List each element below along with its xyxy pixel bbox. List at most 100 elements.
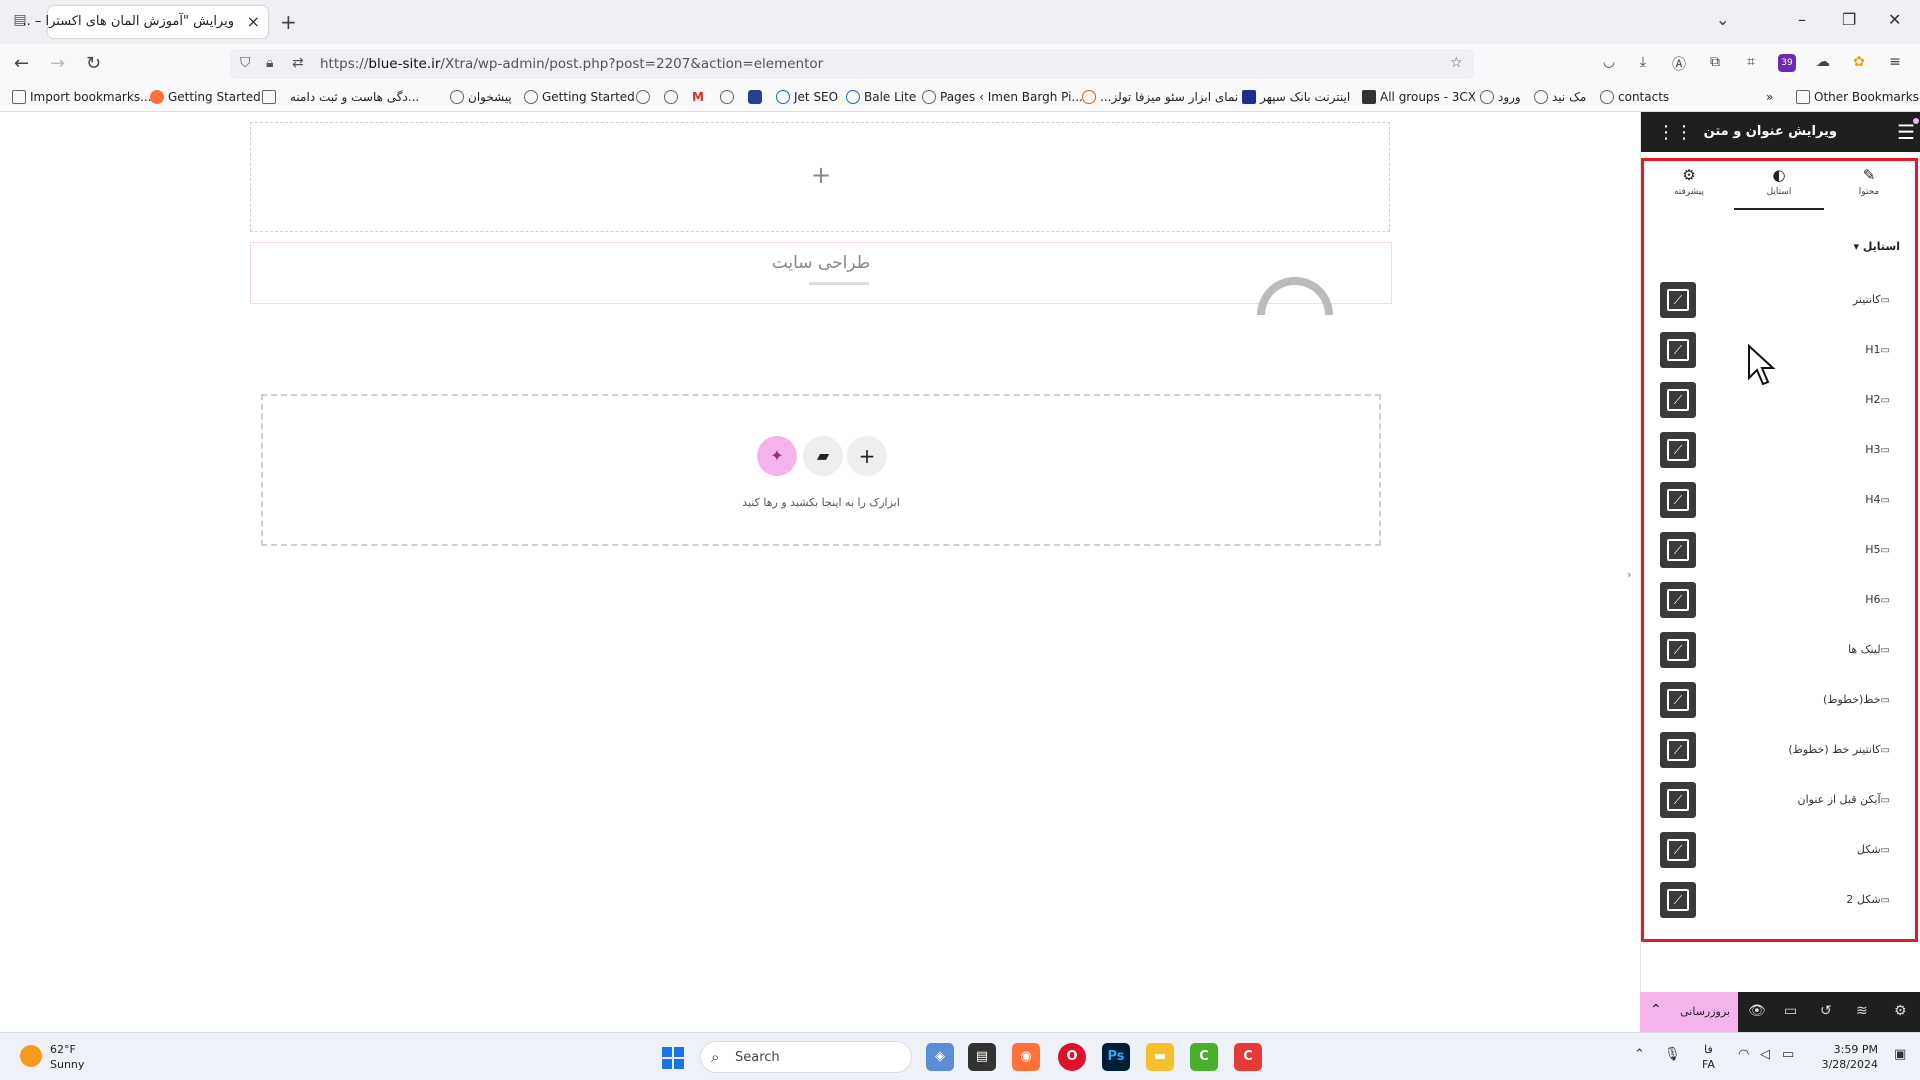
permissions-icon[interactable]: ⇄	[292, 55, 304, 71]
globe-icon[interactable]	[664, 90, 682, 104]
ai-sparkle-button[interactable]: ✦	[757, 436, 797, 476]
settings-gear-icon[interactable]: ⚙	[1894, 1003, 1907, 1019]
responsive-mode-icon[interactable]: ▭	[1784, 1003, 1797, 1019]
bookmark-folder-icon[interactable]	[262, 90, 280, 104]
extensions-icon[interactable]: ⧉	[1706, 54, 1724, 72]
bookmark-item[interactable]: Bale Lite	[846, 90, 916, 104]
microphone-icon[interactable]: 🎙︎	[1664, 1047, 1681, 1062]
bookmark-item[interactable]: Import bookmarks...	[12, 90, 152, 104]
bookmarks-bar: Import bookmarks... Getting Started دگی …	[0, 84, 1920, 112]
bookmarks-overflow-icon[interactable]: »	[1766, 90, 1773, 104]
notifications-icon[interactable]: ▣	[1894, 1047, 1906, 1062]
camtasia-red-icon[interactable]: C	[1234, 1043, 1262, 1071]
bookmark-item[interactable]: contacts	[1600, 90, 1669, 104]
panel-footer: ⌃ بروزرسانی 👁︎ ▭ ↺ ≋ ⚙	[1640, 992, 1920, 1032]
panel-title: ویرایش عنوان و متن	[1703, 124, 1837, 139]
drop-hint: ابزارک را به اینجا بکشید و رها کنید	[742, 496, 900, 509]
windows-taskbar: 62°F Sunny ⌕ Search ◈ ▤ ◉ O Ps ▬ C C ⌃ 🎙︎…	[0, 1032, 1920, 1080]
close-tab-icon[interactable]: ×	[247, 12, 260, 31]
mouse-cursor-icon	[1748, 344, 1776, 386]
tab-title: ویرایش "آموزش المان های اکسترا – ..	[22, 14, 234, 29]
bookmark-item[interactable]: Getting Started	[150, 90, 261, 104]
cloud-icon[interactable]: ☁	[1814, 54, 1832, 72]
camtasia-green-icon[interactable]: C	[1190, 1043, 1218, 1071]
start-button[interactable]	[662, 1047, 684, 1069]
downloads-icon[interactable]: ⤓	[1634, 54, 1652, 72]
tray-overflow-icon[interactable]: ⌃	[1634, 1047, 1645, 1062]
panel-collapse-chevron-icon[interactable]: ›	[1627, 568, 1631, 581]
other-bookmarks[interactable]: Other Bookmarks	[1796, 90, 1919, 104]
browser-tab-bar: ▤ ویرایش "آموزش المان های اکسترا – .. × …	[0, 0, 1920, 44]
photoshop-icon[interactable]: Ps	[1102, 1043, 1130, 1071]
bookmark-item[interactable]: All groups - 3CX	[1362, 90, 1476, 104]
hamburger-menu-icon[interactable]: ☰	[1897, 120, 1915, 144]
clock[interactable]: 3:59 PM 3/28/2024	[1822, 1042, 1878, 1072]
editor-canvas: + طراحی سایت ✦ ▰ + ابزارک را به اینجا بک…	[0, 112, 1640, 1030]
new-tab-button[interactable]: +	[280, 10, 297, 34]
template-folder-button[interactable]: ▰	[803, 436, 843, 476]
notification-dot	[1913, 118, 1919, 124]
section-heading: طراحی سایت	[771, 253, 871, 273]
minimize-icon[interactable]: –	[1798, 10, 1806, 29]
globe-icon[interactable]	[636, 90, 654, 104]
add-section-icon[interactable]: +	[811, 161, 831, 189]
bookmark-item[interactable]: اینترنت بانک سپهر	[1242, 90, 1350, 104]
bookmark-item[interactable]: ...نمای ابزار سئو میزفا تولز	[1082, 90, 1238, 104]
weather-widget[interactable]: 62°F Sunny	[50, 1042, 84, 1072]
browser-tab[interactable]: ویرایش "آموزش المان های اکسترا – .. ×	[22, 6, 268, 38]
chevron-up-icon[interactable]: ⌃	[1650, 1002, 1662, 1018]
tab-overflow-chevron-icon[interactable]: ⌄	[1716, 10, 1729, 29]
extension-flower-icon[interactable]: ✿	[1850, 54, 1868, 72]
back-icon[interactable]: ←	[14, 53, 29, 74]
pocket-icon[interactable]: ◡	[1600, 54, 1618, 72]
app-menu-icon[interactable]: ≡	[1886, 54, 1904, 72]
decorative-shape	[1257, 277, 1333, 315]
update-button[interactable]: ⌃ بروزرسانی	[1640, 992, 1738, 1032]
bookmark-item[interactable]: Jet SEO	[776, 90, 838, 104]
language-indicator[interactable]: فا FA	[1702, 1042, 1715, 1072]
file-app-icon[interactable]: ▤	[968, 1043, 996, 1071]
url-text: https://blue-site.ir/Xtra/wp-admin/post.…	[320, 56, 824, 72]
widget-drop-zone[interactable]: ✦ ▰ + ابزارک را به اینجا بکشید و رها کنی…	[261, 394, 1381, 546]
bookmark-item[interactable]: مک نید	[1534, 90, 1586, 104]
reload-icon[interactable]: ↻	[86, 53, 101, 74]
restore-icon[interactable]: ❐	[1842, 10, 1856, 29]
browser-nav-bar: ← → ↻ ⛉ 🔒︎ ⇄ https://blue-site.ir/Xtra/w…	[0, 44, 1920, 84]
bookmark-item[interactable]: پیشخوان	[450, 90, 512, 104]
firefox-icon[interactable]: ◉	[1012, 1043, 1040, 1071]
bookmark-item[interactable]: ورود	[1480, 90, 1521, 104]
panel-header: ⋮⋮ ویرایش عنوان و متن ☰	[1641, 112, 1920, 152]
preview-eye-icon[interactable]: 👁︎	[1748, 1003, 1766, 1019]
globe-icon[interactable]	[720, 90, 738, 104]
account-icon[interactable]: Ⓐ	[1670, 54, 1688, 73]
gmail-icon[interactable]: M	[692, 90, 704, 104]
crop-icon[interactable]: ⌗	[1742, 54, 1760, 72]
close-window-icon[interactable]: ✕	[1888, 10, 1901, 29]
shield-icon[interactable]: ⛉	[240, 55, 251, 71]
url-bar[interactable]: ⛉ 🔒︎ ⇄ https://blue-site.ir/Xtra/wp-admi…	[230, 49, 1474, 79]
weather-sun-icon[interactable]	[20, 1045, 42, 1067]
bookmark-star-icon[interactable]: ☆	[1450, 55, 1463, 71]
taskbar-search[interactable]: ⌕ Search	[700, 1041, 912, 1073]
opera-icon[interactable]: O	[1058, 1043, 1086, 1071]
bookmark-item[interactable]: دگی هاست و ثبت دامنه...	[290, 90, 419, 104]
heading-divider	[809, 282, 869, 285]
copilot-app-icon[interactable]: ◈	[926, 1043, 954, 1071]
heading-section[interactable]: طراحی سایت	[250, 242, 1392, 315]
bookmark-item[interactable]: Getting Started	[524, 90, 635, 104]
battery-icon[interactable]: ▭	[1782, 1047, 1794, 1062]
navigator-layers-icon[interactable]: ≋	[1856, 1003, 1868, 1019]
red-highlight-box	[1641, 158, 1918, 942]
wifi-icon[interactable]: ◠	[1738, 1047, 1749, 1062]
history-icon[interactable]: ↺	[1820, 1003, 1832, 1019]
forward-icon[interactable]: →	[50, 53, 65, 74]
bookmark-app-icon[interactable]	[748, 90, 766, 104]
file-explorer-icon[interactable]: ▬	[1146, 1043, 1174, 1071]
add-section-button[interactable]: +	[847, 436, 887, 476]
volume-icon[interactable]: ◁	[1760, 1047, 1770, 1062]
lock-icon[interactable]: 🔒︎	[266, 55, 273, 71]
widgets-grid-icon[interactable]: ⋮⋮	[1657, 122, 1693, 143]
empty-section[interactable]: +	[250, 122, 1390, 232]
bookmark-item[interactable]: Pages ‹ Imen Bargh Pi...	[922, 90, 1083, 104]
notification-badge[interactable]: 39	[1778, 54, 1796, 72]
